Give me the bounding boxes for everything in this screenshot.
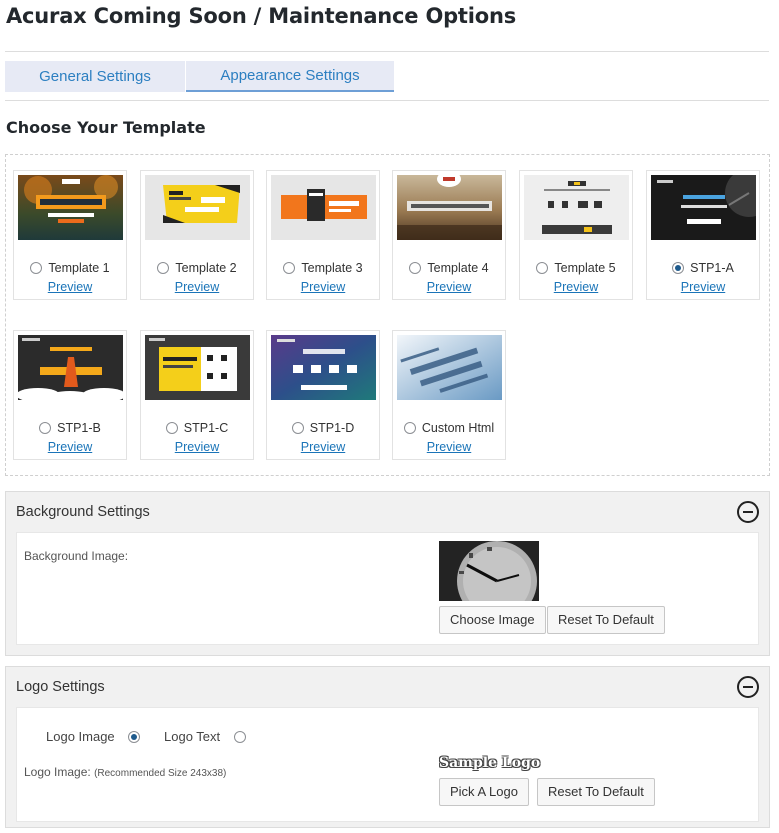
logo-settings-title: Logo Settings	[16, 679, 105, 695]
logo-image-radio[interactable]	[128, 731, 141, 743]
preview-link[interactable]: Preview	[393, 280, 505, 294]
pick-logo-button[interactable]: Pick A Logo	[439, 778, 529, 806]
template-card-stp1-c[interactable]: STP1-C Preview	[140, 330, 254, 460]
divider	[5, 100, 769, 101]
template-label[interactable]: Template 2	[141, 261, 253, 275]
logo-text-option[interactable]: Logo Text	[164, 729, 246, 744]
template-grid: Template 1 Preview Template 2 Preview Te…	[5, 154, 770, 476]
template-card-stp1-a[interactable]: STP1-A Preview	[646, 170, 760, 300]
preview-link[interactable]: Preview	[267, 440, 379, 454]
template-card-2[interactable]: Template 2 Preview	[140, 170, 254, 300]
background-settings-body: Background Image: Choose Image Reset To …	[16, 532, 759, 645]
template-card-custom-html[interactable]: Custom Html Preview	[392, 330, 506, 460]
choose-template-heading: Choose Your Template	[6, 118, 206, 137]
template-radio[interactable]	[291, 422, 304, 434]
logo-settings-panel: Logo Settings Logo Image Logo Text Logo …	[5, 666, 770, 828]
template-label[interactable]: STP1-B	[14, 421, 126, 435]
template-label[interactable]: Template 1	[14, 261, 126, 275]
template-label[interactable]: Template 4	[393, 261, 505, 275]
template-label[interactable]: STP1-D	[267, 421, 379, 435]
preview-link[interactable]: Preview	[267, 280, 379, 294]
preview-link[interactable]: Preview	[647, 280, 759, 294]
template-radio[interactable]	[157, 262, 170, 274]
preview-link[interactable]: Preview	[520, 280, 632, 294]
template-radio[interactable]	[39, 422, 52, 434]
logo-image-label: Logo Image: (Recommended Size 243x38)	[24, 765, 227, 779]
collapse-icon[interactable]	[737, 676, 759, 698]
template-label[interactable]: Custom Html	[393, 421, 505, 435]
page-title: Acurax Coming Soon / Maintenance Options	[6, 4, 517, 28]
logo-settings-body: Logo Image Logo Text Logo Image: (Recomm…	[16, 707, 759, 822]
template-radio[interactable]	[672, 262, 685, 274]
template-radio[interactable]	[283, 262, 296, 274]
template-radio[interactable]	[536, 262, 549, 274]
background-image-preview	[439, 541, 539, 601]
template-label[interactable]: STP1-A	[647, 261, 759, 275]
template-1-thumbnail	[18, 175, 123, 240]
template-card-3[interactable]: Template 3 Preview	[266, 170, 380, 300]
stp1-c-thumbnail	[145, 335, 250, 400]
logo-size-note: (Recommended Size 243x38)	[94, 768, 227, 779]
template-label[interactable]: Template 5	[520, 261, 632, 275]
stp1-b-thumbnail	[18, 335, 123, 400]
stp1-a-thumbnail	[651, 175, 756, 240]
template-radio[interactable]	[165, 422, 178, 434]
reset-background-button[interactable]: Reset To Default	[547, 606, 665, 634]
template-radio[interactable]	[30, 262, 43, 274]
template-2-thumbnail	[145, 175, 250, 240]
preview-link[interactable]: Preview	[141, 440, 253, 454]
template-card-1[interactable]: Template 1 Preview	[13, 170, 127, 300]
sample-logo: Sample Logo	[439, 755, 541, 771]
template-5-thumbnail	[524, 175, 629, 240]
template-radio[interactable]	[409, 262, 422, 274]
settings-tabs: General Settings Appearance Settings	[5, 61, 394, 92]
template-card-5[interactable]: Template 5 Preview	[519, 170, 633, 300]
tab-appearance-settings[interactable]: Appearance Settings	[186, 61, 394, 92]
template-4-thumbnail	[397, 175, 502, 240]
divider	[5, 51, 769, 52]
template-3-thumbnail	[271, 175, 376, 240]
preview-link[interactable]: Preview	[141, 280, 253, 294]
preview-link[interactable]: Preview	[14, 280, 126, 294]
background-image-label: Background Image:	[24, 549, 129, 563]
template-card-4[interactable]: Template 4 Preview	[392, 170, 506, 300]
collapse-icon[interactable]	[737, 501, 759, 523]
logo-text-radio[interactable]	[233, 731, 246, 743]
choose-image-button[interactable]: Choose Image	[439, 606, 546, 634]
template-radio[interactable]	[403, 422, 416, 434]
preview-link[interactable]: Preview	[14, 440, 126, 454]
template-card-stp1-b[interactable]: STP1-B Preview	[13, 330, 127, 460]
tab-general-settings[interactable]: General Settings	[5, 61, 185, 92]
template-label[interactable]: STP1-C	[141, 421, 253, 435]
custom-html-thumbnail	[397, 335, 502, 400]
background-settings-title: Background Settings	[16, 504, 150, 520]
background-settings-panel: Background Settings Background Image: Ch…	[5, 491, 770, 656]
template-label[interactable]: Template 3	[267, 261, 379, 275]
reset-logo-button[interactable]: Reset To Default	[537, 778, 655, 806]
stp1-d-thumbnail	[271, 335, 376, 400]
preview-link[interactable]: Preview	[393, 440, 505, 454]
template-card-stp1-d[interactable]: STP1-D Preview	[266, 330, 380, 460]
logo-image-option[interactable]: Logo Image	[46, 729, 141, 744]
